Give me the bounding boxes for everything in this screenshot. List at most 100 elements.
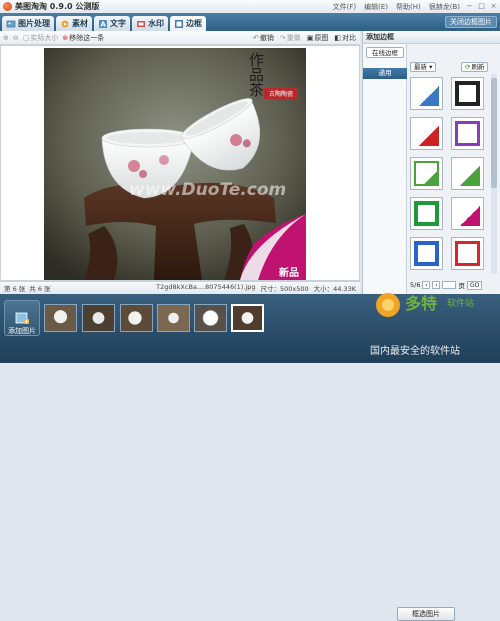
film-thumb[interactable] xyxy=(194,304,227,332)
title-bar: 美图淘淘 0.9.0 公测版 文件(F) 编辑(E) 帮助(H) 很赫龙(B) … xyxy=(0,0,500,13)
redo-button[interactable]: ↷ 重做 xyxy=(280,33,301,43)
film-thumb-selected[interactable] xyxy=(231,304,264,332)
new-product-badge: 新品 xyxy=(279,268,299,279)
refresh-button[interactable]: ⟳ 刷新 xyxy=(461,62,489,72)
refresh-label: 刷新 xyxy=(471,62,485,71)
film-thumb[interactable] xyxy=(157,304,190,332)
original-icon: ▣ xyxy=(306,34,314,42)
calligraphy-text: 作品茶 xyxy=(247,52,265,97)
zoom-out-icon: ⊖ xyxy=(12,33,19,42)
compare-label: 对比 xyxy=(342,34,356,42)
watermark-slogan: 国内最安全的软件站 xyxy=(370,346,460,357)
original-label: 原图 xyxy=(314,34,329,42)
redo-icon: ↷ xyxy=(279,34,286,42)
canvas-area[interactable]: 作品茶 古陶陶瓷 www.DuoTe.com 新品 xyxy=(0,45,360,281)
page-input[interactable] xyxy=(442,281,457,289)
frame-thumb[interactable] xyxy=(451,157,484,190)
compare-icon: ◧ xyxy=(334,34,341,42)
undo-icon: ↶ xyxy=(253,34,259,42)
image-index: 第 6 张 xyxy=(4,285,26,293)
film-thumb[interactable] xyxy=(44,304,77,332)
app-logo-icon xyxy=(3,2,12,11)
zoom-out-button[interactable]: ⊖ xyxy=(13,34,19,42)
toolbar-right: ↶ 撤销 ↷ 重做 ▣ 原图 ◧ 对比 xyxy=(253,33,356,43)
frames-scrollbar[interactable] xyxy=(491,74,497,274)
minimize-icon[interactable]: − xyxy=(465,2,474,10)
frame-thumb[interactable] xyxy=(410,77,443,110)
film-thumb[interactable] xyxy=(120,304,153,332)
tab-label: 素材 xyxy=(72,19,88,28)
undo-label: 撤销 xyxy=(259,34,274,42)
add-photo-icon xyxy=(15,312,29,324)
tab-image-processing[interactable]: 图片处理 xyxy=(2,16,54,31)
file-size: 大小：44.33K xyxy=(313,285,356,293)
teacups-photo xyxy=(44,48,306,280)
menu-user[interactable]: 很赫龙(B) xyxy=(429,2,460,12)
tab-watermark[interactable]: 水印 xyxy=(132,16,168,31)
close-icon[interactable]: × xyxy=(489,2,498,10)
image-edit-icon xyxy=(6,20,16,27)
frame-thumb[interactable] xyxy=(410,237,443,270)
image-total: 共 6 张 xyxy=(29,285,51,293)
add-photo-label: 添加图片 xyxy=(8,327,36,335)
original-button[interactable]: ▣ 原图 xyxy=(307,33,329,43)
sort-select[interactable]: 最新 ▾ xyxy=(410,62,437,72)
file-name: T2gd8kXcBa....8075446(1).jpg xyxy=(156,283,256,291)
seal-stamp: 古陶陶瓷 xyxy=(264,88,298,99)
scroll-thumb[interactable] xyxy=(491,78,497,188)
svg-text:A: A xyxy=(100,20,106,28)
frame-thumb[interactable] xyxy=(451,197,484,230)
image-dimensions: 尺寸：500x500 xyxy=(260,285,309,293)
status-bar: 第 6 张 共 6 张 T2gd8kXcBa....8075446(1).jpg… xyxy=(0,281,360,294)
tab-label: 水印 xyxy=(148,19,164,28)
watermark-icon xyxy=(137,20,145,27)
remove-last-label: 移除这一条 xyxy=(69,33,105,42)
film-thumb[interactable] xyxy=(82,304,115,332)
frames-grid: 最新 ▾ ⟳ 刷新 5/6 ‹ › 页 GO xyxy=(407,44,500,294)
page-label: 页 xyxy=(458,282,465,290)
go-button[interactable]: GO xyxy=(466,280,483,290)
undo-button[interactable]: ↶ 撤销 xyxy=(253,33,274,43)
tab-label: 图片处理 xyxy=(18,19,50,28)
prev-page-button[interactable]: ‹ xyxy=(422,281,431,289)
remove-last-button[interactable]: ⊗ 移除这一条 xyxy=(62,33,104,43)
tab-material[interactable]: 素材 xyxy=(56,16,92,31)
site-watermark-text: www.DuoTe.com xyxy=(129,180,287,200)
tab-frame[interactable]: 边框 xyxy=(170,16,206,31)
redo-label: 重做 xyxy=(286,34,301,42)
page-indicator: 5/6 xyxy=(410,281,421,289)
watermark-suffix: 软件站 xyxy=(447,299,475,309)
frames-pager: 5/6 ‹ › 页 GO xyxy=(410,280,483,290)
frame-thumb[interactable] xyxy=(451,77,484,110)
next-page-button[interactable]: › xyxy=(432,281,441,289)
canvas-toolbar: ⊕ ⊖ ▢ 实际大小 ⊗ 移除这一条 ↶ 撤销 ↷ 重做 ▣ 原图 ◧ 对比 xyxy=(0,31,360,45)
compare-button[interactable]: ◧ 对比 xyxy=(334,33,356,43)
frame-icon xyxy=(175,19,183,28)
zoom-in-button[interactable]: ⊕ xyxy=(3,34,9,42)
chevron-down-icon: ▾ xyxy=(429,63,433,71)
tab-label: 文字 xyxy=(110,19,126,28)
window-controls: − □ × xyxy=(465,2,498,10)
material-icon xyxy=(61,20,69,27)
app-title: 美图淘淘 0.9.0 公测版 xyxy=(15,2,100,11)
sort-label: 最新 xyxy=(414,63,427,71)
tab-label: 边框 xyxy=(186,19,202,28)
tab-text[interactable]: A 文字 xyxy=(94,16,130,31)
watermark-brand: 多特 xyxy=(405,294,438,313)
main-tabs: 图片处理 素材 A 文字 水印 边框 关闭边框图片 xyxy=(0,13,500,31)
duote-logo-icon xyxy=(376,293,400,317)
remove-icon: ⊗ xyxy=(62,33,69,42)
close-frames-button[interactable]: 关闭边框图片 xyxy=(445,16,497,28)
frame-thumb[interactable] xyxy=(410,197,443,230)
zoom-in-icon: ⊕ xyxy=(3,33,9,42)
actual-size-button[interactable]: ▢ 实际大小 xyxy=(23,33,59,43)
menu-file[interactable]: 文件(F) xyxy=(333,2,357,12)
product-photo[interactable]: 作品茶 古陶陶瓷 www.DuoTe.com 新品 xyxy=(44,48,306,280)
maximize-icon[interactable]: □ xyxy=(477,2,486,10)
frame-thumb[interactable] xyxy=(451,237,484,270)
frame-thumb[interactable] xyxy=(410,117,443,150)
actual-size-label: 实际大小 xyxy=(30,33,59,42)
frame-to-image-button[interactable]: 框选图片 xyxy=(397,607,455,621)
frame-thumb[interactable] xyxy=(410,157,443,190)
frame-thumb[interactable] xyxy=(451,117,484,150)
